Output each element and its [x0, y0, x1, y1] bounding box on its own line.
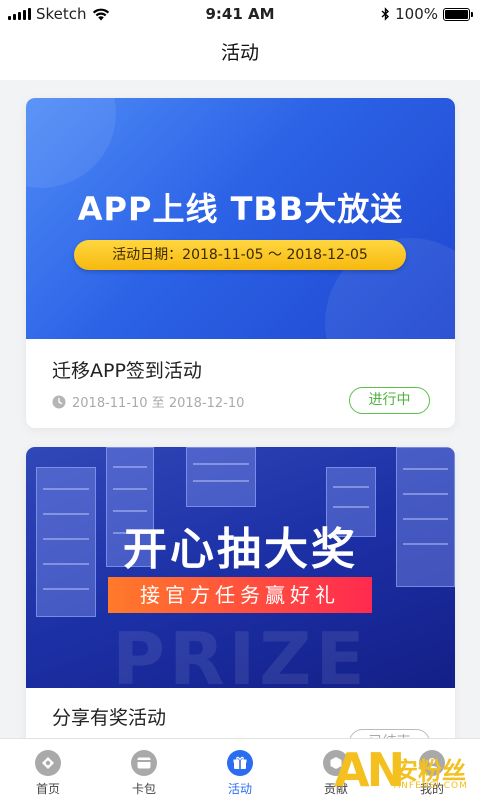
activity-card[interactable]: APP上线 TBB大放送 活动日期：2018-11-05 ～ 2018-12-0…	[26, 98, 455, 428]
activity-card[interactable]: PRIZE 开心抽大奖 接官方任务赢好礼 分享有奖活动 已结束	[26, 447, 455, 747]
tab-home[interactable]: 首页	[0, 739, 96, 800]
battery-icon	[443, 7, 473, 21]
activity-title: 迁移APP签到活动	[52, 360, 202, 382]
banner-decoration	[26, 98, 116, 188]
page-title: 活动	[220, 42, 259, 64]
activity-banner: APP上线 TBB大放送 活动日期：2018-11-05 ～ 2018-12-0…	[26, 98, 455, 339]
tab-label: 卡包	[131, 782, 156, 796]
watermark-logo: AN 安粉丝 ANFENSI.COM	[332, 745, 480, 800]
status-bar: Sketch 9:41 AM 100%	[0, 0, 480, 28]
tab-activity[interactable]: 活动	[192, 739, 288, 800]
banner-ribbon: 接官方任务赢好礼	[108, 577, 372, 613]
activity-banner: PRIZE 开心抽大奖 接官方任务赢好礼	[26, 447, 455, 688]
nav-bar: 活动	[0, 28, 480, 80]
gift-icon	[227, 750, 253, 776]
activity-date-row: 2018-11-10 至 2018-12-10	[52, 392, 244, 411]
status-right: 100%	[381, 5, 473, 23]
activity-title: 分享有奖活动	[52, 707, 167, 729]
home-icon	[35, 750, 61, 776]
banner-title: APP上线 TBB大放送	[77, 190, 404, 228]
watermark-mark: AN	[334, 743, 405, 797]
banner-background-text: PRIZE	[112, 617, 369, 688]
wallet-icon	[131, 750, 157, 776]
server-illustration	[186, 447, 256, 507]
status-badge: 进行中	[349, 387, 430, 414]
watermark-url: ANFENSI.COM	[394, 781, 468, 791]
tab-wallet[interactable]: 卡包	[96, 739, 192, 800]
activity-date-range: 2018-11-10 至 2018-12-10	[72, 396, 245, 411]
tab-label: 活动	[227, 782, 252, 796]
tab-label: 首页	[35, 782, 60, 796]
clock-icon	[52, 395, 66, 408]
banner-date-pill: 活动日期：2018-11-05 ～ 2018-12-05	[74, 240, 406, 270]
bluetooth-icon	[381, 7, 390, 21]
battery-percent: 100%	[395, 5, 438, 23]
battery-fill	[445, 9, 468, 19]
banner-title: 开心抽大奖	[123, 524, 358, 575]
